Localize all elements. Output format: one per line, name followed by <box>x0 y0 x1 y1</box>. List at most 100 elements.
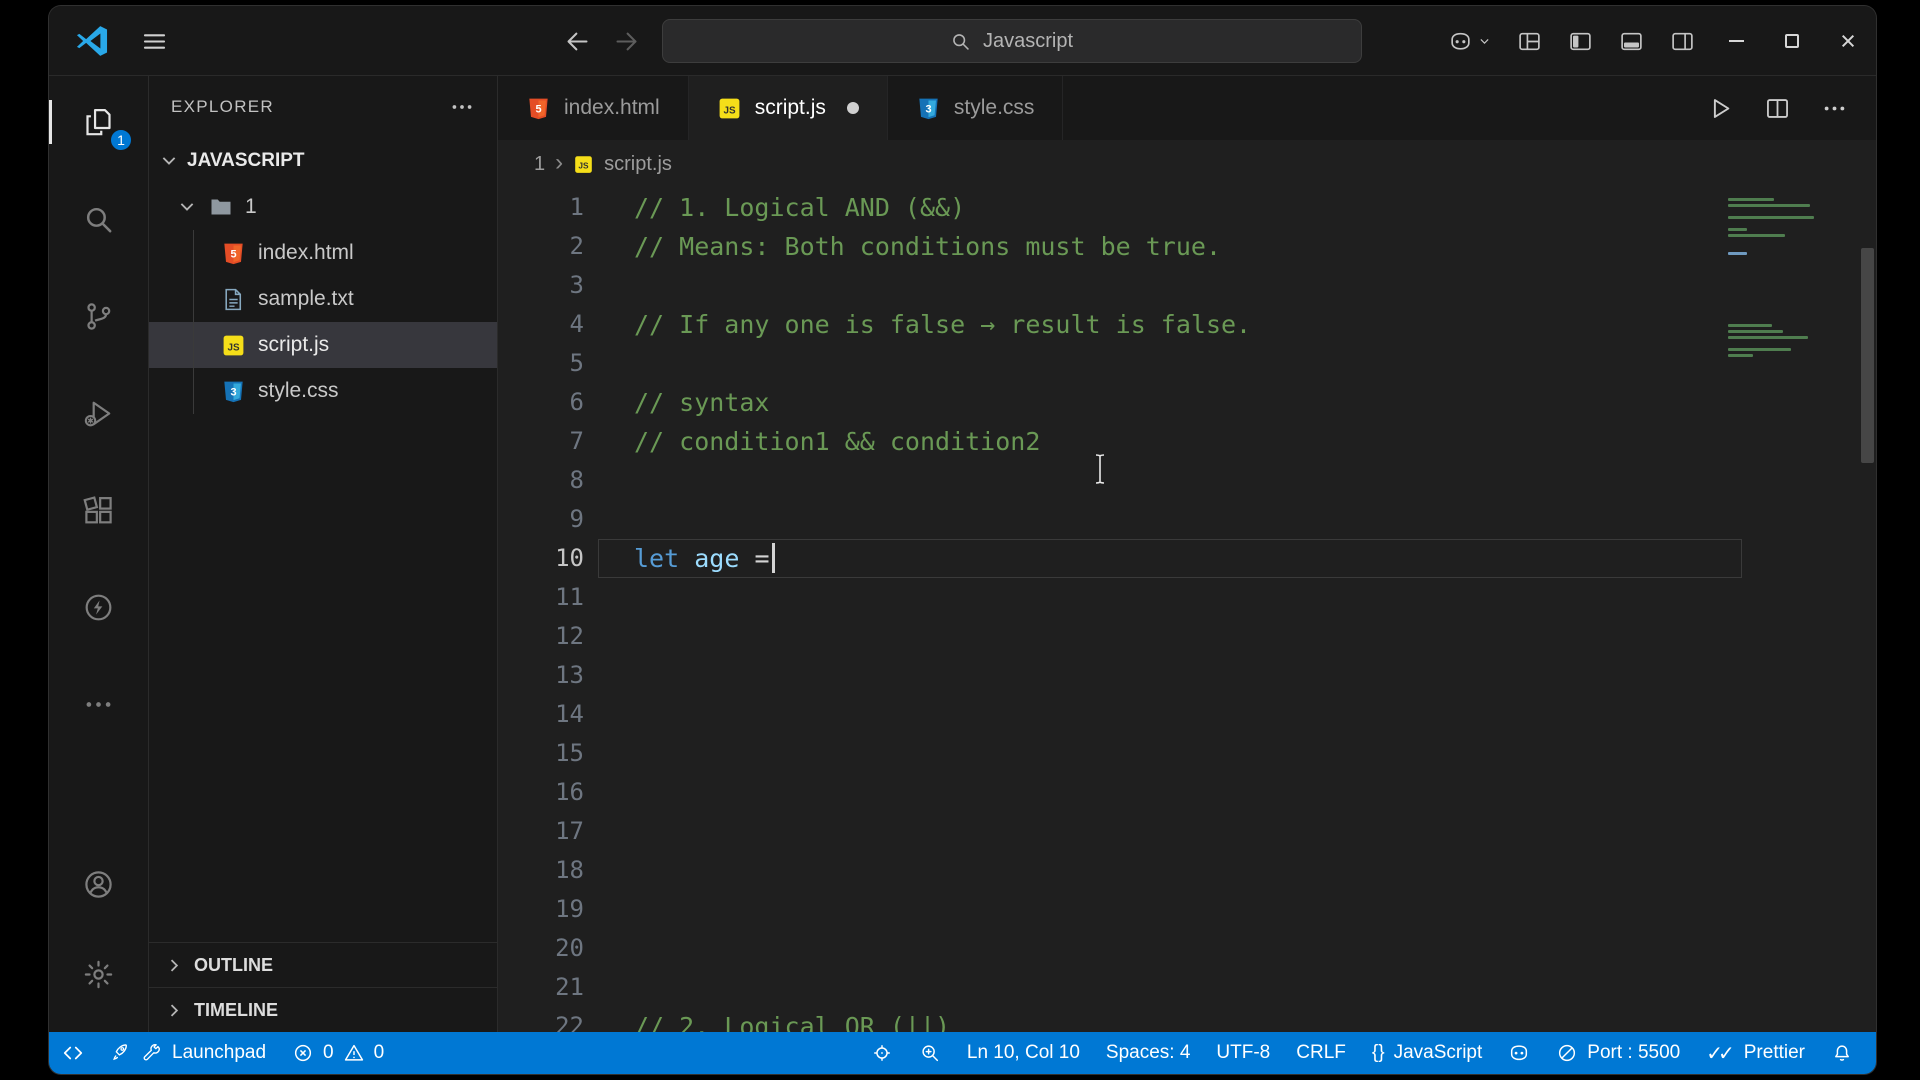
workspace-root[interactable]: JAVASCRIPT <box>149 138 497 184</box>
warning-icon <box>343 1042 365 1064</box>
minimap-line <box>1728 342 1858 345</box>
line-number: 19 <box>555 895 584 923</box>
tab-index-html[interactable]: index.html <box>498 76 689 140</box>
activity-account[interactable] <box>49 852 148 916</box>
code-line-16[interactable]: 16 <box>498 773 1742 812</box>
toggle-panel-button[interactable] <box>1606 6 1657 76</box>
activity-search[interactable] <box>49 187 148 251</box>
problems-button[interactable]: 0 0 <box>279 1032 397 1074</box>
cursor-position[interactable]: Ln 10, Col 10 <box>954 1032 1093 1074</box>
forward-icon[interactable] <box>613 28 640 55</box>
customize-layout-button[interactable] <box>1504 6 1555 76</box>
command-center-search[interactable]: Javascript <box>661 19 1362 63</box>
search-icon <box>950 31 971 52</box>
code-line-20[interactable]: 20 <box>498 929 1742 968</box>
outline-section[interactable]: OUTLINE <box>149 942 497 987</box>
activity-more[interactable] <box>49 672 148 736</box>
activity-run-debug[interactable] <box>49 381 148 445</box>
prettier-button[interactable]: ✓✓ Prettier <box>1693 1032 1818 1074</box>
wrench-icon <box>141 1042 163 1064</box>
file-item-index-html[interactable]: index.html <box>149 230 497 276</box>
code-line-3[interactable]: 3 <box>498 266 1742 305</box>
launchpad-label: Launchpad <box>172 1042 267 1063</box>
line-number: 22 <box>555 1012 584 1032</box>
split-editor-icon[interactable] <box>1764 95 1791 122</box>
code-line-8[interactable]: 8 <box>498 461 1742 500</box>
code-line-6[interactable]: 6// syntax <box>498 383 1742 422</box>
file-item-style-css[interactable]: style.css <box>149 368 497 414</box>
file-item-script-js[interactable]: script.js <box>149 322 497 368</box>
layout-grid-icon <box>1517 29 1542 54</box>
maximize-button[interactable] <box>1764 6 1820 76</box>
error-count: 0 <box>323 1042 334 1063</box>
minimap-line <box>1728 264 1858 267</box>
code-line-17[interactable]: 17 <box>498 812 1742 851</box>
back-icon[interactable] <box>564 28 591 55</box>
explorer-more-icon[interactable] <box>449 94 475 120</box>
scrollbar-thumb[interactable] <box>1861 248 1874 463</box>
rocket-icon <box>110 1042 132 1064</box>
copilot-menu-button[interactable] <box>1435 6 1504 76</box>
code-line-9[interactable]: 9 <box>498 500 1742 539</box>
editor[interactable]: 1// 1. Logical AND (&&) 2// Means: Both c… <box>498 188 1876 1032</box>
editor-scrollbar[interactable] <box>1858 188 1876 1032</box>
breadcrumb-file[interactable]: script.js <box>604 153 672 176</box>
text-cursor <box>771 543 775 573</box>
zoom-button[interactable] <box>906 1032 954 1074</box>
remote-indicator[interactable] <box>49 1032 97 1074</box>
code-line-2[interactable]: 2// Means: Both conditions must be true. <box>498 227 1742 266</box>
eol-label: CRLF <box>1296 1042 1346 1063</box>
toggle-sidebar-button[interactable] <box>1555 6 1606 76</box>
toggle-secondary-sidebar-button[interactable] <box>1657 6 1708 76</box>
code-line-7[interactable]: 7// condition1 && condition2 <box>498 422 1742 461</box>
code-line-21[interactable]: 21 <box>498 968 1742 1007</box>
launchpad-button[interactable]: Launchpad <box>97 1032 279 1074</box>
code-line-18[interactable]: 18 <box>498 851 1742 890</box>
code-line-10[interactable]: 10 let age = <box>498 539 1742 578</box>
git-branch-icon <box>82 300 115 333</box>
encoding-button[interactable]: UTF-8 <box>1203 1032 1283 1074</box>
activity-thunder-client[interactable] <box>49 575 148 639</box>
activity-source-control[interactable] <box>49 284 148 348</box>
minimize-button[interactable] <box>1708 6 1764 76</box>
activity-extensions[interactable] <box>49 478 148 542</box>
close-button[interactable]: × <box>1820 6 1876 76</box>
eol-button[interactable]: CRLF <box>1283 1032 1359 1074</box>
indent-guide <box>193 230 194 414</box>
screencast-button[interactable] <box>858 1032 906 1074</box>
code-line-22[interactable]: 22// 2. Logical OR (||) <box>498 1007 1742 1032</box>
run-icon[interactable] <box>1707 95 1734 122</box>
language-mode-button[interactable]: {} JavaScript <box>1359 1032 1495 1074</box>
file-item-sample-txt[interactable]: sample.txt <box>149 276 497 322</box>
ellipsis-icon <box>82 688 115 721</box>
minimap-line <box>1728 300 1858 303</box>
copilot-status-button[interactable] <box>1495 1032 1543 1074</box>
indentation-button[interactable]: Spaces: 4 <box>1093 1032 1204 1074</box>
code-line-14[interactable]: 14 <box>498 695 1742 734</box>
menu-icon[interactable] <box>141 28 168 55</box>
tab-style-css[interactable]: style.css <box>887 76 1064 140</box>
timeline-section[interactable]: TIMELINE <box>149 987 497 1032</box>
minimap-line <box>1728 222 1858 225</box>
notifications-button[interactable] <box>1818 1032 1866 1074</box>
code-line-1[interactable]: 1// 1. Logical AND (&&) <box>498 188 1742 227</box>
tab-script-js[interactable]: script.js <box>688 76 888 140</box>
breadcrumb-folder[interactable]: 1 <box>534 153 545 176</box>
minimap[interactable] <box>1718 188 1858 1032</box>
minimap-line <box>1728 330 1783 333</box>
code-line-4[interactable]: 4// If any one is false → result is fals… <box>498 305 1742 344</box>
account-icon <box>82 868 115 901</box>
code-line-13[interactable]: 13 <box>498 656 1742 695</box>
code-line-11[interactable]: 11 <box>498 578 1742 617</box>
activity-settings[interactable] <box>49 942 148 1006</box>
file-name: sample.txt <box>258 287 354 310</box>
code-line-12[interactable]: 12 <box>498 617 1742 656</box>
code-line-15[interactable]: 15 <box>498 734 1742 773</box>
code-line-5[interactable]: 5 <box>498 344 1742 383</box>
file-name: style.css <box>258 379 339 402</box>
code-line-19[interactable]: 19 <box>498 890 1742 929</box>
more-actions-icon[interactable] <box>1821 95 1848 122</box>
activity-explorer[interactable]: 1 <box>49 90 148 154</box>
folder-item[interactable]: 1 <box>149 184 497 230</box>
port-button[interactable]: Port : 5500 <box>1543 1032 1693 1074</box>
